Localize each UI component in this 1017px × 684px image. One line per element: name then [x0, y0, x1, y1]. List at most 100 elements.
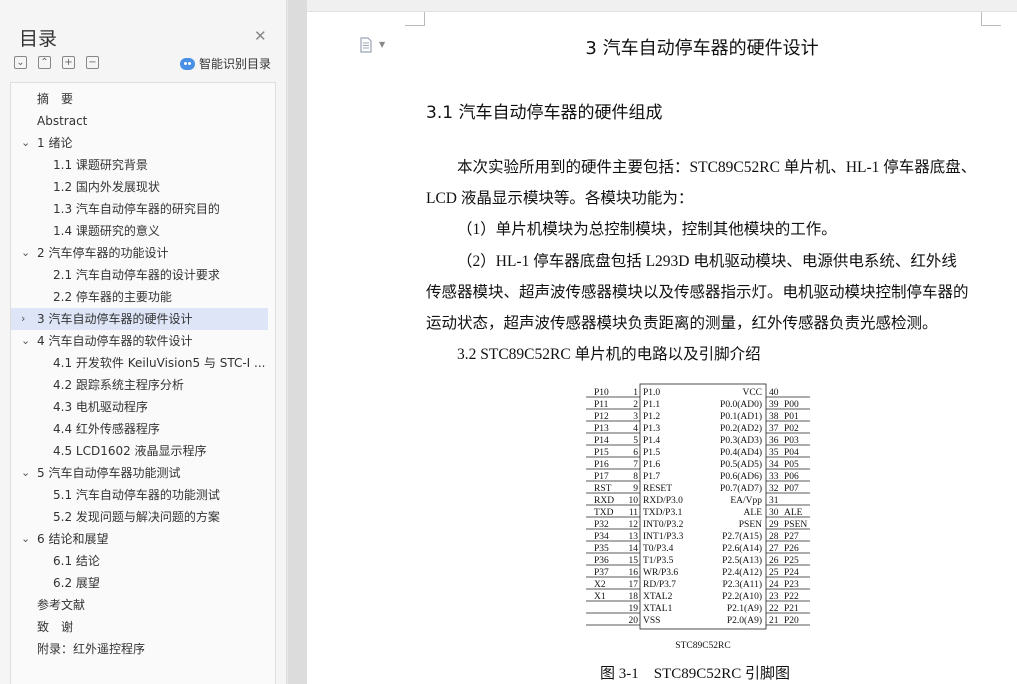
- chevron-down-icon[interactable]: ⌄: [21, 242, 30, 264]
- section-title: 3.1 汽车自动停车器的硬件组成: [426, 103, 663, 123]
- pin-net-label: P17: [594, 472, 609, 482]
- outline-item[interactable]: 2.1 汽车自动停车器的设计要求: [11, 264, 268, 286]
- outline-item[interactable]: 1.3 汽车自动停车器的研究目的: [11, 198, 268, 220]
- outline-item[interactable]: 1.1 课题研究背景: [11, 154, 268, 176]
- outline-item-label: 5.1 汽车自动停车器的功能测试: [53, 488, 220, 502]
- pin-net-label: P25: [784, 556, 799, 566]
- pin-function-label: P0.2(AD2): [720, 423, 762, 434]
- pin-number-label: 35: [769, 448, 779, 458]
- pin-number-label: 21: [769, 616, 779, 626]
- pin-number-label: 20: [629, 616, 639, 626]
- pin-net-label: P20: [784, 616, 799, 626]
- outline-item[interactable]: 4.1 开发软件 KeiluVision5 与 STC-I ...: [11, 352, 268, 374]
- pin-function-label: P2.0(A9): [727, 615, 762, 626]
- outline-title: 目录: [19, 28, 58, 50]
- outline-item-label: 4.4 红外传感器程序: [53, 422, 160, 436]
- pin-function-label: P1.6: [643, 460, 660, 470]
- outline-item-label: 4.3 电机驱动程序: [53, 400, 148, 414]
- pin-function-label: P0.5(AD5): [720, 459, 762, 470]
- remove-heading-icon[interactable]: −: [86, 56, 99, 69]
- pin-net-label: X1: [594, 592, 606, 602]
- collapse-all-icon[interactable]: ⌃: [38, 56, 51, 69]
- pin-net-label: TXD: [594, 508, 614, 518]
- pin-number-label: 12: [629, 520, 639, 530]
- outline-item[interactable]: 4.3 电机驱动程序: [11, 396, 268, 418]
- outline-item[interactable]: 摘 要: [11, 88, 268, 110]
- outline-item[interactable]: 6.1 结论: [11, 550, 268, 572]
- outline-item[interactable]: 4.2 跟踪系统主程序分析: [11, 374, 268, 396]
- pin-number-label: 34: [769, 460, 779, 470]
- outline-item[interactable]: 5.1 汽车自动停车器的功能测试: [11, 484, 268, 506]
- pin-function-label: T1/P3.5: [643, 556, 674, 566]
- outline-item-label: 参考文献: [37, 598, 86, 612]
- pin-function-label: P1.7: [643, 472, 660, 482]
- pin-number-label: 11: [629, 508, 638, 518]
- chevron-down-icon[interactable]: ⌄: [21, 330, 30, 352]
- pin-function-label: XTAL1: [643, 604, 673, 614]
- pin-function-label: WR/P3.6: [643, 568, 678, 578]
- pin-number-label: 38: [769, 412, 779, 422]
- outline-item[interactable]: Abstract: [11, 110, 268, 132]
- outline-item[interactable]: › 3 汽车自动停车器的硬件设计: [11, 308, 268, 330]
- pin-net-label: ALE: [784, 508, 803, 518]
- pin-net-label: P14: [594, 436, 609, 446]
- expand-all-icon[interactable]: ⌄: [14, 56, 27, 69]
- outline-item-label: 6.1 结论: [53, 554, 100, 568]
- outline-item[interactable]: 2.2 停车器的主要功能: [11, 286, 268, 308]
- pin-net-label: P15: [594, 448, 609, 458]
- outline-item[interactable]: ⌄ 1 绪论: [11, 132, 268, 154]
- pin-net-label: P36: [594, 556, 609, 566]
- add-heading-icon[interactable]: +: [62, 56, 75, 69]
- pin-number-label: 7: [633, 460, 638, 470]
- pin-net-label: P11: [594, 400, 609, 410]
- outline-item[interactable]: ⌄ 5 汽车自动停车器功能测试: [11, 462, 268, 484]
- pin-net-label: P01: [784, 412, 799, 422]
- outline-item-label: 2.2 停车器的主要功能: [53, 290, 172, 304]
- outline-item[interactable]: 1.4 课题研究的意义: [11, 220, 268, 242]
- pin-function-label: INT1/P3.3: [643, 532, 684, 542]
- outline-item-label: 附录：红外遥控程序: [37, 642, 146, 656]
- outline-item[interactable]: ⌄ 2 汽车停车器的功能设计: [11, 242, 268, 264]
- pin-net-label: P37: [594, 568, 609, 578]
- chevron-right-icon[interactable]: ›: [21, 308, 25, 330]
- outline-item[interactable]: 附录：红外遥控程序: [11, 638, 268, 660]
- chevron-down-icon[interactable]: ⌄: [21, 132, 30, 154]
- outline-item[interactable]: 致 谢: [11, 616, 268, 638]
- pin-function-label: P2.3(A11): [723, 579, 763, 590]
- crop-mark-right: [981, 12, 1001, 26]
- outline-item[interactable]: 1.2 国内外发展现状: [11, 176, 268, 198]
- outline-item[interactable]: 参考文献: [11, 594, 268, 616]
- pin-function-label: TXD/P3.1: [643, 508, 683, 518]
- pin-number-label: 24: [769, 580, 779, 590]
- outline-item-label: 2 汽车停车器的功能设计: [37, 246, 169, 260]
- pin-number-label: 40: [769, 388, 779, 398]
- outline-item[interactable]: 4.4 红外传感器程序: [11, 418, 268, 440]
- pin-function-label: P0.4(AD4): [720, 447, 762, 458]
- pin-function-label: P0.7(AD7): [720, 483, 762, 494]
- pin-net-label: P27: [784, 532, 799, 542]
- chevron-down-icon[interactable]: ⌄: [21, 528, 30, 550]
- outline-item[interactable]: 5.2 发现问题与解决问题的方案: [11, 506, 268, 528]
- pin-number-label: 22: [769, 604, 779, 614]
- outline-item-label: 3 汽车自动停车器的硬件设计: [37, 312, 193, 326]
- pin-function-label: P2.6(A14): [722, 543, 762, 554]
- pin-number-label: 31: [769, 496, 779, 506]
- chevron-down-icon[interactable]: ⌄: [21, 462, 30, 484]
- panel-separator[interactable]: [288, 0, 307, 684]
- document-page: ▼ 3 汽车自动停车器的硬件设计 3.1 汽车自动停车器的硬件组成 本次实验所用…: [307, 0, 1017, 684]
- outline-item[interactable]: 6.2 展望: [11, 572, 268, 594]
- pin-function-label: P2.4(A12): [722, 567, 762, 578]
- outline-item[interactable]: ⌄ 6 结论和展望: [11, 528, 268, 550]
- close-icon[interactable]: ✕: [254, 27, 267, 45]
- pin-diagram-figure: P1.0 1 P10 P1.1 2 P11 P1.2 3 P12 P1.3 4 P13 P1.4 5 P14…: [586, 383, 810, 651]
- pin-number-label: 6: [633, 448, 638, 458]
- pin-net-label: P10: [594, 388, 609, 398]
- pin-function-label: P2.7(A15): [722, 531, 762, 542]
- outline-item[interactable]: ⌄ 4 汽车自动停车器的软件设计: [11, 330, 268, 352]
- page-top-strip: [307, 0, 1017, 12]
- pin-number-label: 26: [769, 556, 779, 566]
- outline-header: 目录 ✕ ⌄ ⌃ + − 智能识别目录: [0, 0, 287, 80]
- smart-outline-button[interactable]: 智能识别目录: [180, 55, 271, 72]
- outline-item[interactable]: 4.5 LCD1602 液晶显示程序: [11, 440, 268, 462]
- pin-function-label: RD/P3.7: [643, 580, 676, 590]
